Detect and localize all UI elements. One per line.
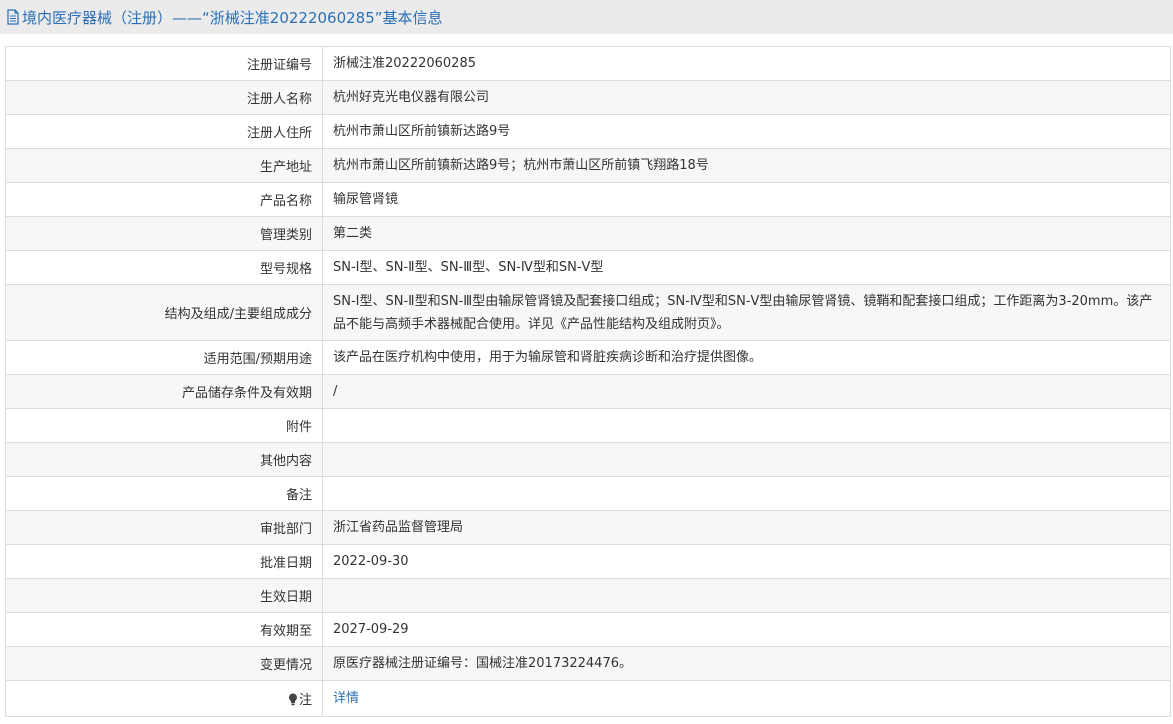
row-label: 注册人名称 <box>5 80 323 115</box>
row-value: 浙械注准20222060285 <box>322 46 1171 81</box>
note-label: 注 <box>298 693 312 708</box>
table-row: 产品储存条件及有效期 / <box>5 374 1171 409</box>
row-value <box>322 476 1171 511</box>
lightbulb-icon <box>288 693 298 706</box>
note-row: 注 详情 <box>5 680 1171 717</box>
row-value: 该产品在医疗机构中使用，用于为输尿管和肾脏疾病诊断和治疗提供图像。 <box>322 340 1171 375</box>
table-row: 变更情况 原医疗器械注册证编号：国械注准20173224476。 <box>5 646 1171 681</box>
row-value: SN-Ⅰ型、SN-Ⅱ型、SN-Ⅲ型、SN-Ⅳ型和SN-Ⅴ型 <box>322 250 1171 285</box>
row-label: 备注 <box>5 476 323 511</box>
row-label: 生效日期 <box>5 578 323 613</box>
row-label: 产品名称 <box>5 182 323 217</box>
row-label: 变更情况 <box>5 646 323 681</box>
table-row: 审批部门 浙江省药品监督管理局 <box>5 510 1171 545</box>
row-value: 杭州市萧山区所前镇新达路9号 <box>322 114 1171 149</box>
row-label: 管理类别 <box>5 216 323 251</box>
row-value: SN-Ⅰ型、SN-Ⅱ型和SN-Ⅲ型由输尿管肾镜及配套接口组成；SN-Ⅳ型和SN-… <box>322 284 1171 341</box>
row-label: 审批部门 <box>5 510 323 545</box>
row-value: 浙江省药品监督管理局 <box>322 510 1171 545</box>
row-label: 结构及组成/主要组成成分 <box>5 284 323 341</box>
row-label: 注册证编号 <box>5 46 323 81</box>
table-row: 附件 <box>5 408 1171 443</box>
table-row: 生产地址 杭州市萧山区所前镇新达路9号；杭州市萧山区所前镇飞翔路18号 <box>5 148 1171 183</box>
row-label: 其他内容 <box>5 442 323 477</box>
note-value-cell: 详情 <box>322 680 1171 717</box>
table-row: 型号规格 SN-Ⅰ型、SN-Ⅱ型、SN-Ⅲ型、SN-Ⅳ型和SN-Ⅴ型 <box>5 250 1171 285</box>
page-title: 境内医疗器械（注册）——“浙械注准20222060285”基本信息 <box>22 8 443 27</box>
table-row: 注册证编号 浙械注准20222060285 <box>5 46 1171 81</box>
row-value: 杭州好克光电仪器有限公司 <box>322 80 1171 115</box>
table-row: 备注 <box>5 476 1171 511</box>
table-row: 适用范围/预期用途 该产品在医疗机构中使用，用于为输尿管和肾脏疾病诊断和治疗提供… <box>5 340 1171 375</box>
table-row: 注册人住所 杭州市萧山区所前镇新达路9号 <box>5 114 1171 149</box>
row-value <box>322 578 1171 613</box>
document-icon <box>6 9 20 25</box>
row-label: 注册人住所 <box>5 114 323 149</box>
row-label: 产品储存条件及有效期 <box>5 374 323 409</box>
note-label-cell: 注 <box>5 680 323 717</box>
row-value <box>322 442 1171 477</box>
row-label: 附件 <box>5 408 323 443</box>
info-table-container: 注册证编号 浙械注准20222060285 注册人名称 杭州好克光电仪器有限公司… <box>5 46 1171 717</box>
row-value: 2022-09-30 <box>322 544 1171 579</box>
row-label: 批准日期 <box>5 544 323 579</box>
table-row: 生效日期 <box>5 578 1171 613</box>
row-value: 杭州市萧山区所前镇新达路9号；杭州市萧山区所前镇飞翔路18号 <box>322 148 1171 183</box>
table-row: 结构及组成/主要组成成分 SN-Ⅰ型、SN-Ⅱ型和SN-Ⅲ型由输尿管肾镜及配套接… <box>5 284 1171 341</box>
row-label: 生产地址 <box>5 148 323 183</box>
info-table: 注册证编号 浙械注准20222060285 注册人名称 杭州好克光电仪器有限公司… <box>5 46 1171 717</box>
row-value: 原医疗器械注册证编号：国械注准20173224476。 <box>322 646 1171 681</box>
details-link[interactable]: 详情 <box>333 691 359 706</box>
row-label: 有效期至 <box>5 612 323 647</box>
row-value: 第二类 <box>322 216 1171 251</box>
row-value <box>322 408 1171 443</box>
row-value: 输尿管肾镜 <box>322 182 1171 217</box>
row-value: 2027-09-29 <box>322 612 1171 647</box>
table-row: 其他内容 <box>5 442 1171 477</box>
row-label: 适用范围/预期用途 <box>5 340 323 375</box>
table-row: 注册人名称 杭州好克光电仪器有限公司 <box>5 80 1171 115</box>
table-row: 有效期至 2027-09-29 <box>5 612 1171 647</box>
table-row: 批准日期 2022-09-30 <box>5 544 1171 579</box>
table-row: 产品名称 输尿管肾镜 <box>5 182 1171 217</box>
row-value: / <box>322 374 1171 409</box>
table-row: 管理类别 第二类 <box>5 216 1171 251</box>
page-header: 境内医疗器械（注册）——“浙械注准20222060285”基本信息 <box>0 0 1173 34</box>
row-label: 型号规格 <box>5 250 323 285</box>
